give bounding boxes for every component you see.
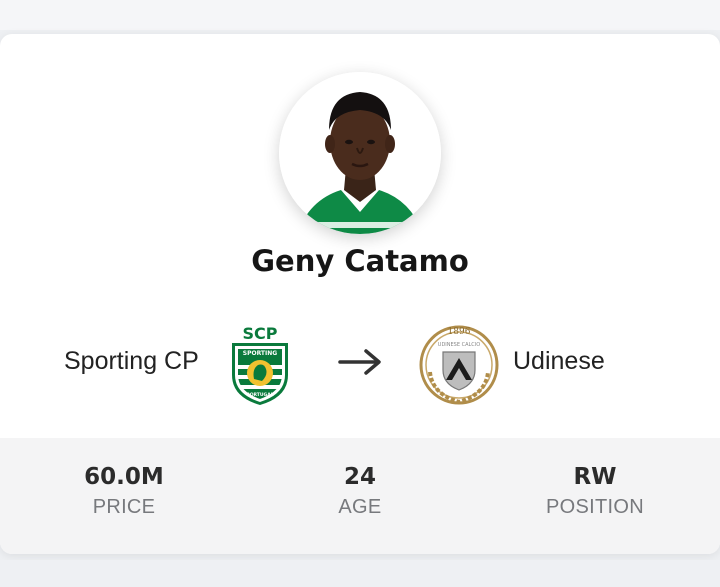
price-value: 60.0M — [84, 464, 164, 490]
price-label: PRICE — [92, 496, 156, 518]
transfer-arrow-icon — [338, 349, 381, 375]
age-stat: 24 AGE — [240, 464, 480, 519]
from-crest-band-text: SPORTING — [243, 350, 278, 357]
position-label: POSITION — [546, 496, 644, 518]
from-crest-bottom-text: PORTUGAL — [246, 392, 273, 398]
player-photo-icon — [279, 72, 441, 234]
position-value: RW — [573, 464, 617, 490]
position-stat: RW POSITION — [475, 464, 715, 519]
sporting-crest-icon: SCP SPORTING PORTUGAL — [232, 324, 288, 405]
to-crest-text: UDINESE CALCIO — [438, 342, 480, 348]
player-avatar — [279, 72, 441, 234]
bottom-strip — [0, 560, 720, 587]
transfer-card: Geny Catamo Sporting CP SCP SPORTING POR… — [0, 34, 720, 554]
from-club-name: Sporting CP — [64, 347, 199, 375]
player-name: Geny Catamo — [251, 244, 469, 278]
to-club-name: Udinese — [513, 347, 605, 375]
top-strip — [0, 0, 720, 30]
udinese-crest-icon: 1896 UDINESE CALCIO — [419, 325, 499, 405]
stats-bar: 60.0M PRICE 24 AGE RW POSITION — [0, 438, 720, 554]
price-stat: 60.0M PRICE — [4, 464, 244, 519]
to-crest-year: 1896 — [448, 327, 471, 337]
age-label: AGE — [338, 496, 382, 518]
from-crest-top-text: SCP — [243, 324, 278, 343]
age-value: 24 — [343, 464, 376, 490]
